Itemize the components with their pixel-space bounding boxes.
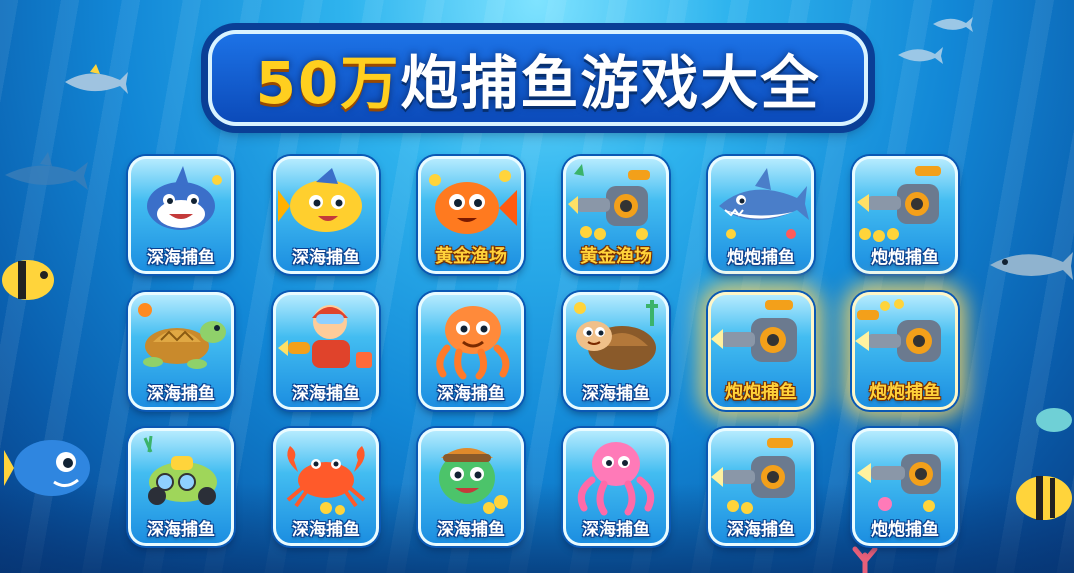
game-card[interactable]: 炮炮捕鱼 <box>852 292 958 410</box>
frog-icon <box>439 448 508 514</box>
small-fish-icon <box>933 17 973 32</box>
game-card[interactable]: 炮炮捕鱼 <box>708 292 814 410</box>
game-label: 深海捕鱼 <box>582 384 650 404</box>
shark-silhouette-icon <box>5 152 88 190</box>
game-card[interactable]: 黄金渔场 <box>563 156 669 274</box>
game-card[interactable]: 炮炮捕鱼 <box>852 428 958 546</box>
game-label: 深海捕鱼 <box>147 248 215 268</box>
game-card[interactable]: 深海捕鱼 <box>128 428 234 546</box>
game-label: 深海捕鱼 <box>147 384 215 404</box>
game-label: 炮炮捕鱼 <box>727 248 795 268</box>
striped-fish-icon <box>1016 476 1072 520</box>
cannon-icon <box>855 299 941 362</box>
octopus-icon <box>436 306 510 380</box>
yellowfin-fish-icon <box>65 64 128 94</box>
cannon-icon <box>568 164 650 240</box>
game-card[interactable]: 深海捕鱼 <box>273 428 379 546</box>
turtle-icon <box>138 303 226 369</box>
crab-icon <box>286 446 366 515</box>
small-fish-icon <box>1036 408 1072 432</box>
game-label: 炮炮捕鱼 <box>725 382 797 403</box>
game-card[interactable]: 炮炮捕鱼 <box>708 156 814 274</box>
game-card[interactable]: 深海捕鱼 <box>418 292 524 410</box>
cannon-icon <box>711 438 795 514</box>
page-title: 50万 炮捕鱼游戏大全 <box>208 30 868 126</box>
shark-icon <box>719 168 809 239</box>
orange-fish-icon <box>429 170 517 234</box>
underwater-background: 50万 炮捕鱼游戏大全 深海捕鱼 深海捕鱼 黄金渔场 黄金渔场 炮炮捕鱼 炮炮捕… <box>0 0 1074 573</box>
game-label: 深海捕鱼 <box>292 520 360 540</box>
game-label: 深海捕鱼 <box>437 520 505 540</box>
title-text: 炮捕鱼游戏大全 <box>400 49 821 117</box>
octopus-icon <box>577 442 655 516</box>
small-fish-icon <box>898 47 943 64</box>
game-label: 黄金渔场 <box>435 246 507 267</box>
shark-icon <box>147 166 222 230</box>
title-banner: 50万 炮捕鱼游戏大全 <box>208 30 868 126</box>
robot-icon <box>278 305 372 368</box>
game-card[interactable]: 黄金渔场 <box>418 156 524 274</box>
turtle-icon <box>574 300 658 370</box>
game-card[interactable]: 炮炮捕鱼 <box>852 156 958 274</box>
grey-fish-icon <box>990 252 1073 280</box>
coral-icon <box>852 546 878 573</box>
game-label: 炮炮捕鱼 <box>871 248 939 268</box>
game-card[interactable]: 深海捕鱼 <box>418 428 524 546</box>
game-card[interactable]: 深海捕鱼 <box>128 156 234 274</box>
cannon-icon <box>711 300 797 362</box>
cannon-icon <box>857 166 941 242</box>
game-label: 炮炮捕鱼 <box>871 520 939 540</box>
game-label: 炮炮捕鱼 <box>869 382 941 403</box>
game-label: 深海捕鱼 <box>147 520 215 540</box>
game-label: 深海捕鱼 <box>437 384 505 404</box>
submarine-icon <box>143 435 217 505</box>
game-label: 深海捕鱼 <box>727 520 795 540</box>
game-card[interactable]: 深海捕鱼 <box>563 428 669 546</box>
game-label: 黄金渔场 <box>580 246 652 267</box>
game-card[interactable]: 深海捕鱼 <box>273 292 379 410</box>
game-card[interactable]: 深海捕鱼 <box>563 292 669 410</box>
tropical-fish-icon <box>2 260 54 300</box>
game-label: 深海捕鱼 <box>292 384 360 404</box>
game-card[interactable]: 深海捕鱼 <box>128 292 234 410</box>
blue-fish-icon <box>4 440 90 496</box>
game-label: 深海捕鱼 <box>292 248 360 268</box>
title-highlight: 50万 <box>255 49 401 117</box>
game-label: 深海捕鱼 <box>582 520 650 540</box>
game-card[interactable]: 深海捕鱼 <box>708 428 814 546</box>
cannon-icon <box>857 454 941 512</box>
yellow-fish-icon <box>278 168 362 232</box>
game-card[interactable]: 深海捕鱼 <box>273 156 379 274</box>
